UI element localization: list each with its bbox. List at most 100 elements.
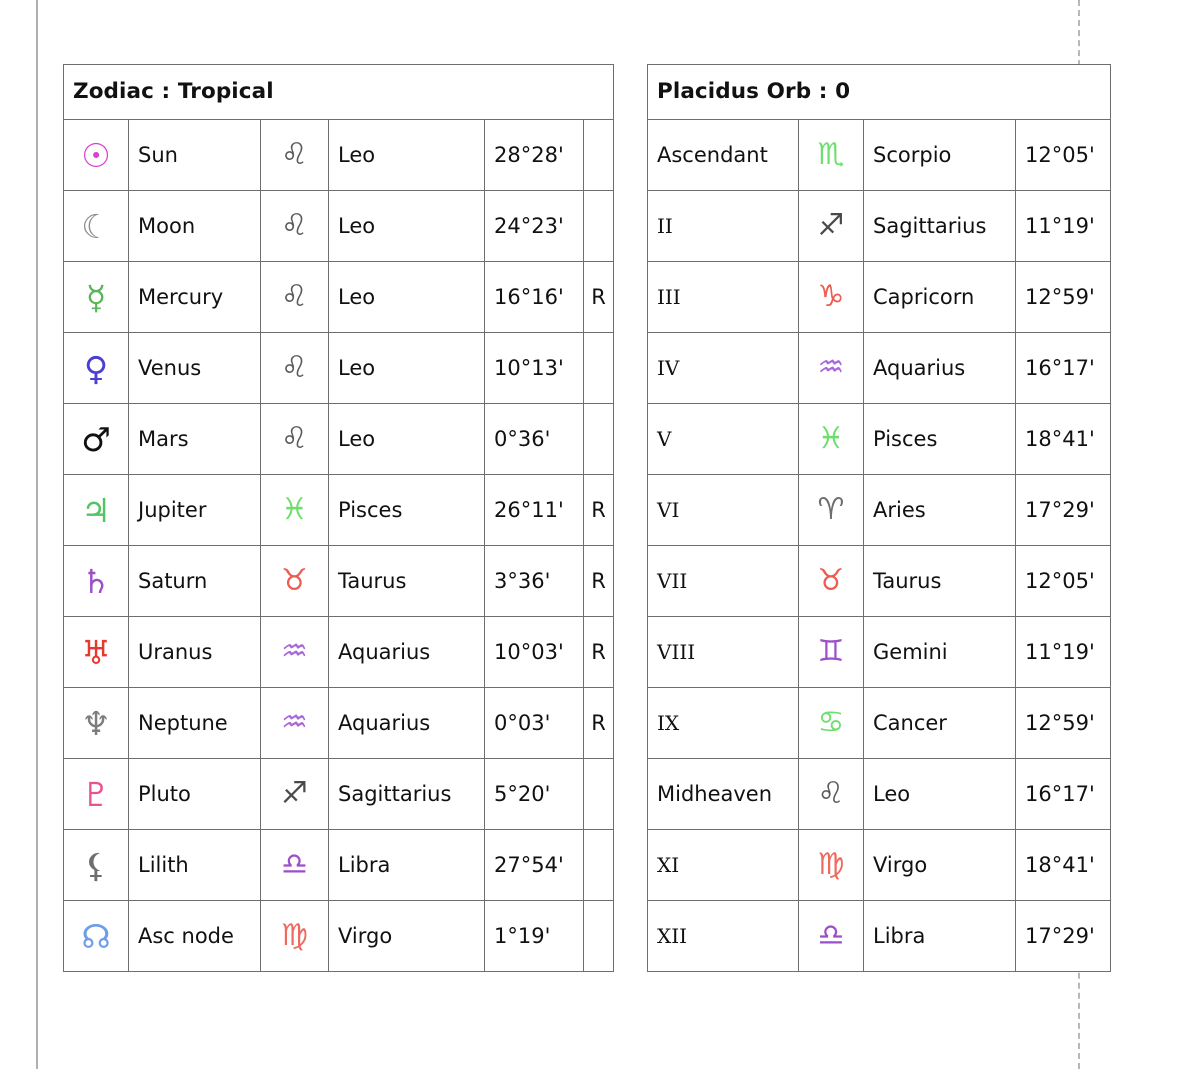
planet-table-header-row: Zodiac : Tropical	[63, 64, 614, 120]
mars-symbol: ♂	[81, 419, 111, 459]
sign-glyph-cell: ♌	[260, 119, 329, 191]
virgo-symbol: ♍	[281, 918, 308, 953]
planet-name-cell: Moon	[128, 190, 261, 262]
sign-name-cell: Pisces	[863, 403, 1016, 475]
aquarius-symbol: ♒	[281, 705, 308, 740]
degree-cell: 1°19'	[484, 900, 584, 972]
planet-glyph-cell: ♀	[63, 332, 129, 404]
house-label: V	[657, 426, 672, 451]
sign-glyph-cell: ♒	[260, 616, 329, 688]
leo-symbol: ♌	[281, 279, 308, 314]
sign-glyph-cell: ♒	[260, 687, 329, 759]
planet-glyph-cell: ☊	[63, 900, 129, 972]
retrograde-cell: R	[583, 261, 614, 333]
sign-glyph-cell: ♉	[260, 545, 329, 617]
planet-glyph-cell: ♂	[63, 403, 129, 475]
house-label: IX	[657, 710, 680, 735]
house-label-cell: Ascendant	[647, 119, 799, 191]
pisces-symbol: ♓	[817, 421, 845, 456]
planet-glyph-cell: ♃	[63, 474, 129, 546]
sign-glyph-cell: ♑	[798, 261, 864, 333]
planet-name-cell: Pluto	[128, 758, 261, 830]
house-label: XI	[657, 852, 680, 877]
house-label: Midheaven	[657, 781, 773, 806]
table-row: II ♐ Sagittarius 11°19'	[647, 190, 1111, 262]
planet-table-head: Zodiac : Tropical	[63, 64, 614, 120]
planet-name-cell: Sun	[128, 119, 261, 191]
sign-name-cell: Libra	[328, 829, 485, 901]
planet-name-cell: Mercury	[128, 261, 261, 333]
moon-symbol: ☾	[81, 206, 111, 246]
degree-cell: 28°28'	[484, 119, 584, 191]
uranus-symbol: ♅	[81, 632, 111, 672]
degree-cell: 5°20'	[484, 758, 584, 830]
aries-symbol: ♈	[817, 492, 845, 527]
pluto-symbol: ♇	[81, 774, 111, 814]
house-table-body: Ascendant ♏ Scorpio 12°05' II ♐ Sagittarius 11°…	[647, 119, 1111, 972]
sign-name-cell: Libra	[863, 900, 1016, 972]
table-gap-spacer	[614, 64, 647, 972]
house-label-cell: VII	[647, 545, 799, 617]
house-label: VII	[657, 568, 688, 593]
table-row: ⚸ Lilith ♎ Libra 27°54'	[63, 829, 614, 901]
degree-cell: 16°17'	[1015, 332, 1111, 404]
sign-glyph-cell: ♌	[260, 332, 329, 404]
gemini-symbol: ♊	[817, 634, 845, 669]
planet-name-cell: Lilith	[128, 829, 261, 901]
retrograde-cell: R	[583, 545, 614, 617]
sign-glyph-cell: ♍	[798, 829, 864, 901]
sign-name-cell: Cancer	[863, 687, 1016, 759]
scorpio-symbol: ♏	[817, 137, 845, 172]
leo-symbol: ♌	[281, 350, 308, 385]
retrograde-cell	[583, 190, 614, 262]
astrology-chart-page: Zodiac : Tropical ☉ Sun ♌ Leo 28°28' ☾ Moon ♌ Le…	[0, 0, 1200, 1069]
sagittarius-symbol: ♐	[817, 208, 845, 243]
planet-name-cell: Mars	[128, 403, 261, 475]
planet-name-cell: Neptune	[128, 687, 261, 759]
leo-symbol: ♌	[281, 208, 308, 243]
planet-glyph-cell: ⚸	[63, 829, 129, 901]
degree-cell: 17°29'	[1015, 900, 1111, 972]
venus-symbol: ♀	[83, 348, 109, 388]
house-cusps-table: Placidus Orb : 0 Ascendant ♏ Scorpio 12°05'…	[647, 64, 1111, 972]
saturn-symbol: ♄	[81, 561, 111, 601]
sign-name-cell: Virgo	[328, 900, 485, 972]
planet-glyph-cell: ☾	[63, 190, 129, 262]
degree-cell: 24°23'	[484, 190, 584, 262]
house-label-cell: XI	[647, 829, 799, 901]
placidus-header-cell: Placidus Orb : 0	[647, 64, 1111, 120]
table-row: IX ♋ Cancer 12°59'	[647, 687, 1111, 759]
house-label-cell: II	[647, 190, 799, 262]
aquarius-symbol: ♒	[817, 350, 845, 385]
retrograde-cell	[583, 758, 614, 830]
table-row: III ♑ Capricorn 12°59'	[647, 261, 1111, 333]
sign-glyph-cell: ♓	[260, 474, 329, 546]
table-row: ♇ Pluto ♐ Sagittarius 5°20'	[63, 758, 614, 830]
sign-glyph-cell: ♉	[798, 545, 864, 617]
degree-cell: 12°59'	[1015, 687, 1111, 759]
lilith-symbol: ⚸	[83, 845, 109, 885]
sign-name-cell: Capricorn	[863, 261, 1016, 333]
table-row: IV ♒ Aquarius 16°17'	[647, 332, 1111, 404]
capricorn-symbol: ♑	[817, 279, 845, 314]
page-margin-rule	[36, 0, 38, 1069]
planet-positions-table: Zodiac : Tropical ☉ Sun ♌ Leo 28°28' ☾ Moon ♌ Le…	[63, 64, 614, 972]
sign-glyph-cell: ♋	[798, 687, 864, 759]
chart-tables-wrapper: Zodiac : Tropical ☉ Sun ♌ Leo 28°28' ☾ Moon ♌ Le…	[63, 64, 1111, 972]
table-row: Ascendant ♏ Scorpio 12°05'	[647, 119, 1111, 191]
table-row: ♃ Jupiter ♓ Pisces 26°11' R	[63, 474, 614, 546]
degree-cell: 11°19'	[1015, 616, 1111, 688]
table-row: V ♓ Pisces 18°41'	[647, 403, 1111, 475]
sign-glyph-cell: ♎	[798, 900, 864, 972]
sign-glyph-cell: ♍	[260, 900, 329, 972]
sign-name-cell: Aquarius	[328, 616, 485, 688]
sign-name-cell: Sagittarius	[863, 190, 1016, 262]
virgo-symbol: ♍	[817, 847, 845, 882]
sign-name-cell: Leo	[328, 190, 485, 262]
leo-symbol: ♌	[281, 137, 308, 172]
house-label-cell: V	[647, 403, 799, 475]
table-row: XII ♎ Libra 17°29'	[647, 900, 1111, 972]
libra-symbol: ♎	[817, 918, 845, 953]
planet-name-cell: Saturn	[128, 545, 261, 617]
taurus-symbol: ♉	[281, 563, 308, 598]
